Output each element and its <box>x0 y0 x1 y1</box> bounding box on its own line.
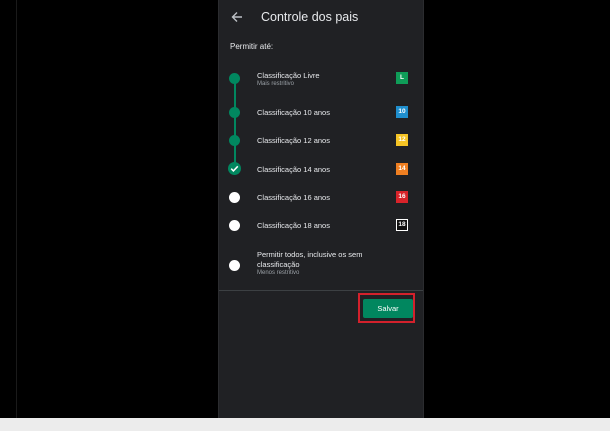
rating-option-16[interactable]: Classificação 16 anos 16 <box>219 186 423 210</box>
rating-badge-12: 12 <box>396 134 408 146</box>
radio-selected-dot <box>229 73 240 84</box>
radio-unselected <box>229 192 240 203</box>
rating-option-10[interactable]: Classificação 10 anos 10 <box>219 101 423 125</box>
bottom-band <box>0 418 610 431</box>
rating-option-label: Classificação 14 anos <box>257 165 330 174</box>
radio-selected-dot <box>229 107 240 118</box>
rating-option-label-line2: classificação <box>257 260 300 269</box>
rating-option-12[interactable]: Classificação 12 anos 12 <box>219 129 423 153</box>
rating-badge-14: 14 <box>396 163 408 175</box>
back-arrow-icon[interactable] <box>229 9 245 25</box>
save-button[interactable]: Salvar <box>363 299 413 318</box>
section-label: Permitir até: <box>230 42 274 51</box>
rating-option-all[interactable]: Permitir todos, inclusive os sem classif… <box>219 247 423 283</box>
rating-option-label: Classificação 12 anos <box>257 136 330 145</box>
radio-unselected <box>229 260 240 271</box>
rating-badge-livre: L <box>396 72 408 84</box>
rating-badge-18: 18 <box>396 219 408 231</box>
rating-badge-16: 16 <box>396 191 408 203</box>
left-edge <box>0 0 17 418</box>
radio-selected-dot <box>229 135 240 146</box>
parental-controls-screen: Controle dos pais Permitir até: Classifi… <box>218 0 424 418</box>
rating-option-label: Classificação 16 anos <box>257 193 330 202</box>
rating-option-18[interactable]: Classificação 18 anos 18 <box>219 214 423 238</box>
rating-option-livre[interactable]: Classificação Livre Mais restritivo L <box>219 68 423 92</box>
rating-option-14[interactable]: Classificação 14 anos 14 <box>219 157 423 181</box>
rating-option-sublabel: Mais restritivo <box>257 81 295 87</box>
rating-badge-10: 10 <box>396 106 408 118</box>
page-title: Controle dos pais <box>261 10 359 24</box>
radio-unselected <box>229 220 240 231</box>
rating-option-label: Classificação Livre <box>257 71 320 80</box>
rating-option-label: Classificação 18 anos <box>257 221 330 230</box>
rating-option-label-line1: Permitir todos, inclusive os sem <box>257 250 363 259</box>
divider <box>219 290 423 291</box>
checkmark-icon <box>228 162 241 175</box>
rating-option-sublabel: Menos restritivo <box>257 270 300 276</box>
rating-option-label: Classificação 10 anos <box>257 108 330 117</box>
app-bar: Controle dos pais <box>219 0 423 34</box>
